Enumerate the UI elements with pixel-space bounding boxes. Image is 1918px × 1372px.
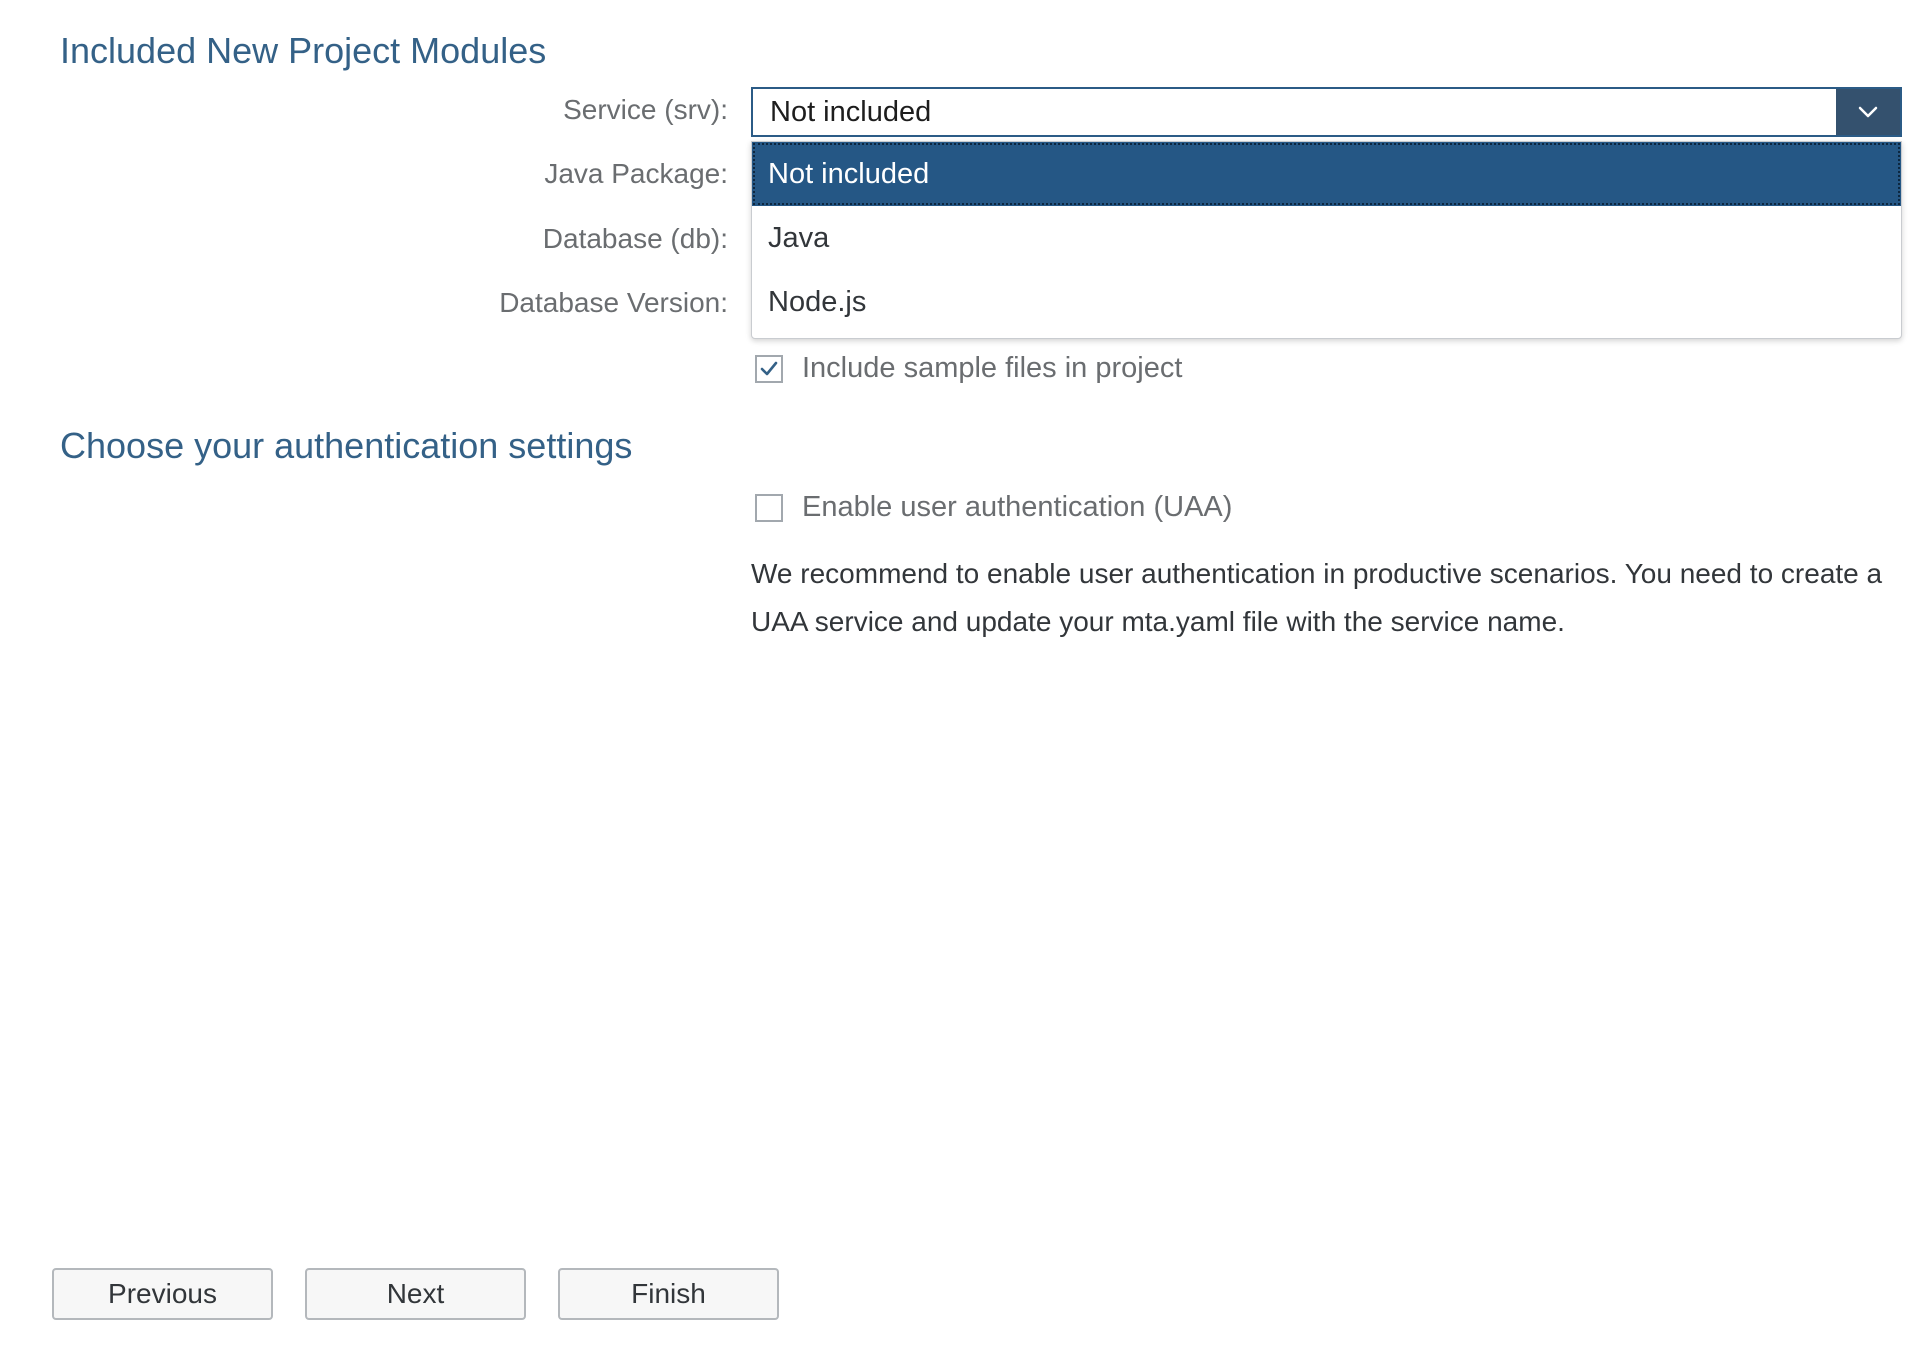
checkmark-icon	[760, 361, 778, 375]
service-select-value: Not included	[770, 95, 932, 128]
java-package-label: Java Package:	[544, 158, 728, 189]
uaa-option[interactable]: Enable user authentication (UAA)	[755, 491, 1232, 524]
section-title-auth: Choose your authentication settings	[60, 425, 633, 466]
uaa-checkbox[interactable]	[755, 493, 783, 522]
dropdown-option-not-included[interactable]: Not included	[752, 142, 1901, 206]
sample-files-option[interactable]: Include sample files in project	[755, 352, 1182, 385]
uaa-label: Enable user authentication (UAA)	[802, 491, 1233, 523]
service-label: Service (srv):	[563, 94, 728, 125]
uaa-recommendation-text: We recommend to enable user authenticati…	[751, 558, 1883, 637]
database-version-label: Database Version:	[499, 287, 728, 318]
sample-files-checkbox[interactable]	[755, 354, 783, 383]
project-wizard-page: Included New Project Modules Service (sr…	[0, 0, 1918, 1372]
section-title-modules: Included New Project Modules	[60, 30, 547, 71]
service-select[interactable]: Not included	[751, 87, 1902, 137]
dropdown-option-java[interactable]: Java	[752, 206, 1901, 270]
finish-button[interactable]: Finish	[558, 1268, 779, 1320]
next-button[interactable]: Next	[305, 1268, 526, 1320]
dropdown-option-nodejs[interactable]: Node.js	[752, 270, 1901, 334]
database-label: Database (db):	[542, 223, 728, 254]
previous-button[interactable]: Previous	[52, 1268, 273, 1320]
service-select-arrow-button[interactable]	[1836, 89, 1900, 135]
sample-files-label: Include sample files in project	[802, 352, 1183, 384]
service-dropdown-list: Not included Java Node.js	[751, 141, 1902, 339]
chevron-down-icon	[1858, 106, 1878, 118]
